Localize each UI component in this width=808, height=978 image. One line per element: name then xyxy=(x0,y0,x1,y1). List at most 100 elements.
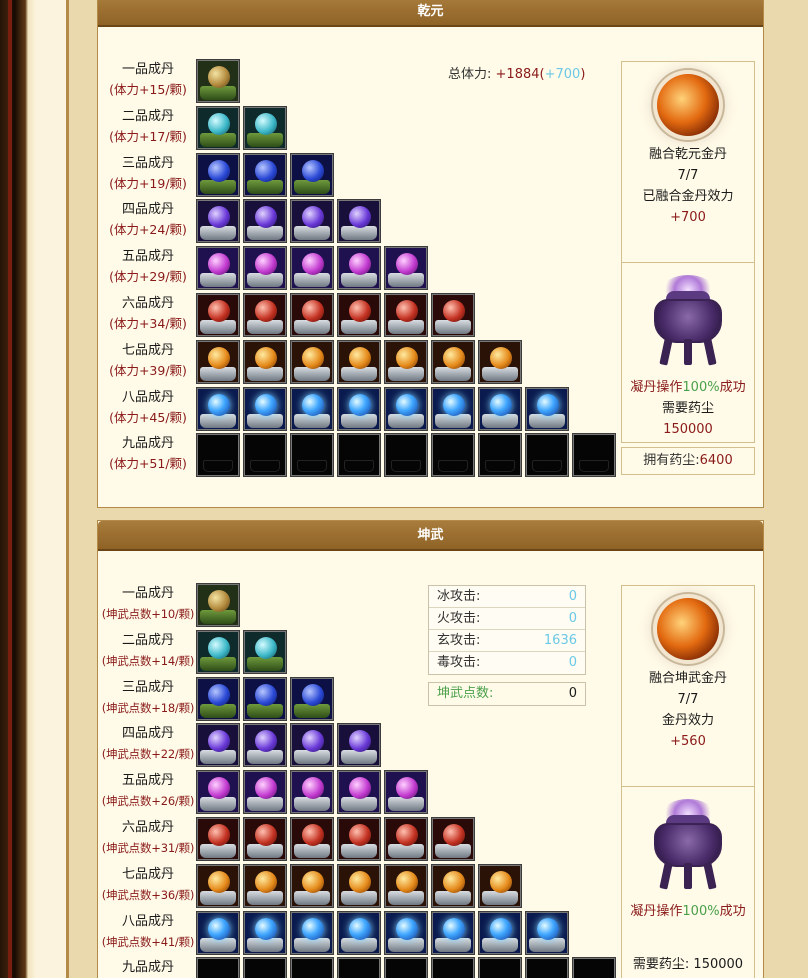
elixir-pill-icon[interactable] xyxy=(290,676,334,721)
elixir-pill-icon[interactable] xyxy=(243,386,287,431)
elixir-pill-icon[interactable] xyxy=(196,59,240,103)
elixir-pill-icon[interactable] xyxy=(243,152,287,197)
elixir-pill-icon[interactable] xyxy=(337,386,381,431)
pill-row-5 xyxy=(196,770,431,815)
elixir-pill-icon[interactable] xyxy=(478,863,522,908)
elixir-pill-icon[interactable] xyxy=(290,863,334,908)
empty-pill-slot[interactable] xyxy=(478,957,522,978)
elixir-pill-icon[interactable] xyxy=(478,339,522,384)
elixir-pill-icon[interactable] xyxy=(337,863,381,908)
empty-pill-slot[interactable] xyxy=(525,957,569,978)
elixir-pill-icon[interactable] xyxy=(431,863,475,908)
elixir-pill-icon[interactable] xyxy=(243,105,287,150)
empty-pill-slot[interactable] xyxy=(243,957,287,978)
elixir-pill-icon[interactable] xyxy=(337,723,381,768)
grade-label-3: 三品成丹 (坤武点数+18/颗) xyxy=(98,678,198,718)
elixir-pill-icon[interactable] xyxy=(384,863,428,908)
elixir-pill-icon[interactable] xyxy=(243,676,287,721)
elixir-pill-icon[interactable] xyxy=(337,199,381,244)
empty-pill-slot[interactable] xyxy=(337,433,381,478)
empty-pill-slot[interactable] xyxy=(572,957,616,978)
elixir-pill-icon[interactable] xyxy=(243,770,287,815)
elixir-pill-icon[interactable] xyxy=(196,583,240,627)
elixir-pill-icon[interactable] xyxy=(384,386,428,431)
elixir-pill-icon[interactable] xyxy=(290,246,334,291)
elixir-pill-icon[interactable] xyxy=(290,910,334,955)
elixir-pill-icon[interactable] xyxy=(243,817,287,861)
empty-pill-slot[interactable] xyxy=(431,957,475,978)
elixir-pill-icon[interactable] xyxy=(384,770,428,815)
elixir-pill-icon[interactable] xyxy=(290,723,334,768)
elixir-pill-icon[interactable] xyxy=(196,910,240,955)
empty-pill-slot[interactable] xyxy=(384,433,428,478)
elixir-pill-icon[interactable] xyxy=(337,293,381,337)
elixir-pill-icon[interactable] xyxy=(243,199,287,244)
empty-pill-slot[interactable] xyxy=(196,433,240,478)
elixir-pill-icon[interactable] xyxy=(196,339,240,384)
elixir-pill-icon[interactable] xyxy=(290,770,334,815)
elixir-pill-icon[interactable] xyxy=(243,910,287,955)
kunwu-fuse-section[interactable]: 融合坤武金丹 7/7 金丹效力 +560 xyxy=(622,598,754,787)
elixir-pill-icon[interactable] xyxy=(196,386,240,431)
elixir-pill-icon[interactable] xyxy=(431,339,475,384)
elixir-pill-icon[interactable] xyxy=(525,386,569,431)
qianyuan-condense-section[interactable]: 凝丹操作100%成功 需要药尘 150000 xyxy=(622,275,754,466)
kunwu-condense-section[interactable]: 凝丹操作100%成功 需要药尘: 150000 xyxy=(622,799,754,978)
elixir-pill-icon[interactable] xyxy=(478,386,522,431)
empty-pill-slot[interactable] xyxy=(384,957,428,978)
grade-name: 六品成丹 xyxy=(121,820,174,835)
elixir-pill-icon[interactable] xyxy=(290,817,334,861)
elixir-pill-icon[interactable] xyxy=(384,293,428,337)
empty-pill-slot[interactable] xyxy=(196,957,240,978)
elixir-pill-icon[interactable] xyxy=(196,770,240,815)
empty-pill-slot[interactable] xyxy=(431,433,475,478)
elixir-pill-icon[interactable] xyxy=(243,246,287,291)
elixir-pill-icon[interactable] xyxy=(384,339,428,384)
elixir-pill-icon[interactable] xyxy=(384,910,428,955)
elixir-pill-icon[interactable] xyxy=(431,386,475,431)
elixir-pill-icon[interactable] xyxy=(431,910,475,955)
elixir-pill-icon[interactable] xyxy=(290,152,334,197)
empty-pill-slot[interactable] xyxy=(243,433,287,478)
elixir-pill-icon[interactable] xyxy=(243,293,287,337)
elixir-pill-icon[interactable] xyxy=(337,339,381,384)
empty-pill-slot[interactable] xyxy=(290,433,334,478)
elixir-pill-icon[interactable] xyxy=(243,339,287,384)
elixir-pill-icon[interactable] xyxy=(478,910,522,955)
elixir-pill-icon[interactable] xyxy=(337,770,381,815)
elixir-pill-icon[interactable] xyxy=(290,293,334,337)
elixir-pill-icon[interactable] xyxy=(243,863,287,908)
elixir-pill-icon[interactable] xyxy=(196,246,240,291)
elixir-pill-icon[interactable] xyxy=(337,910,381,955)
condense-prefix: 凝丹操作 xyxy=(630,380,683,395)
elixir-pill-icon[interactable] xyxy=(290,386,334,431)
elixir-pill-icon[interactable] xyxy=(196,676,240,721)
elixir-pill-icon[interactable] xyxy=(384,817,428,861)
elixir-pill-icon[interactable] xyxy=(525,910,569,955)
grade-label-1: 一品成丹 (体力+15/颗) xyxy=(98,60,198,100)
grade-label-7: 七品成丹 (坤武点数+36/颗) xyxy=(98,865,198,905)
elixir-pill-icon[interactable] xyxy=(196,293,240,337)
elixir-pill-icon[interactable] xyxy=(196,629,240,674)
elixir-pill-icon[interactable] xyxy=(337,246,381,291)
elixir-pill-icon[interactable] xyxy=(196,105,240,150)
empty-pill-slot[interactable] xyxy=(478,433,522,478)
elixir-pill-icon[interactable] xyxy=(243,629,287,674)
elixir-pill-icon[interactable] xyxy=(196,723,240,768)
elixir-pill-icon[interactable] xyxy=(196,199,240,244)
empty-pill-slot[interactable] xyxy=(290,957,334,978)
elixir-pill-icon[interactable] xyxy=(337,817,381,861)
empty-pill-slot[interactable] xyxy=(337,957,381,978)
elixir-pill-icon[interactable] xyxy=(290,339,334,384)
elixir-pill-icon[interactable] xyxy=(196,152,240,197)
elixir-pill-icon[interactable] xyxy=(243,723,287,768)
elixir-pill-icon[interactable] xyxy=(431,293,475,337)
elixir-pill-icon[interactable] xyxy=(196,817,240,861)
elixir-pill-icon[interactable] xyxy=(290,199,334,244)
empty-pill-slot[interactable] xyxy=(525,433,569,478)
empty-pill-slot[interactable] xyxy=(572,433,616,478)
qianyuan-fuse-section[interactable]: 融合乾元金丹 7/7 已融合金丹效力 +700 xyxy=(622,74,754,263)
elixir-pill-icon[interactable] xyxy=(196,863,240,908)
elixir-pill-icon[interactable] xyxy=(431,817,475,861)
elixir-pill-icon[interactable] xyxy=(384,246,428,291)
